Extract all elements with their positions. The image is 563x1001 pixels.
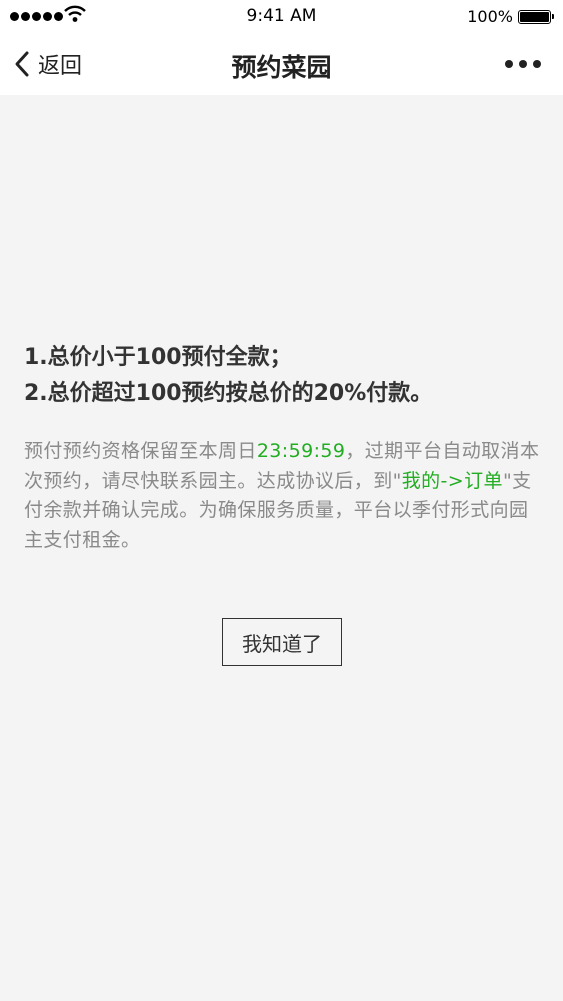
reservation-notice: 预付预约资格保留至本周日23:59:59，过期平台自动取消本次预约，请尽快联系园…: [24, 437, 544, 555]
acknowledge-button[interactable]: 我知道了: [222, 618, 342, 666]
rule-item: 2.总价超过100预约按总价的20%付款。: [24, 381, 433, 406]
deadline-time: 23:59:59: [256, 440, 346, 462]
rule-item: 1.总价小于100预付全款；: [24, 345, 292, 370]
my-orders-link[interactable]: 我的->订单: [402, 470, 503, 492]
status-bar: 9:41 AM 100%: [0, 0, 563, 34]
page-title: 预约菜园: [231, 53, 332, 82]
payment-rules: 1.总价小于100预付全款； 2.总价超过100预约按总价的20%付款。: [24, 340, 544, 412]
more-icon[interactable]: [505, 60, 541, 68]
navigation-bar: 返回 预约菜园: [0, 34, 563, 95]
battery-percentage: 100%: [467, 7, 513, 26]
battery-icon: [518, 10, 554, 24]
notice-text: 预付预约资格保留至本周日: [24, 440, 257, 462]
